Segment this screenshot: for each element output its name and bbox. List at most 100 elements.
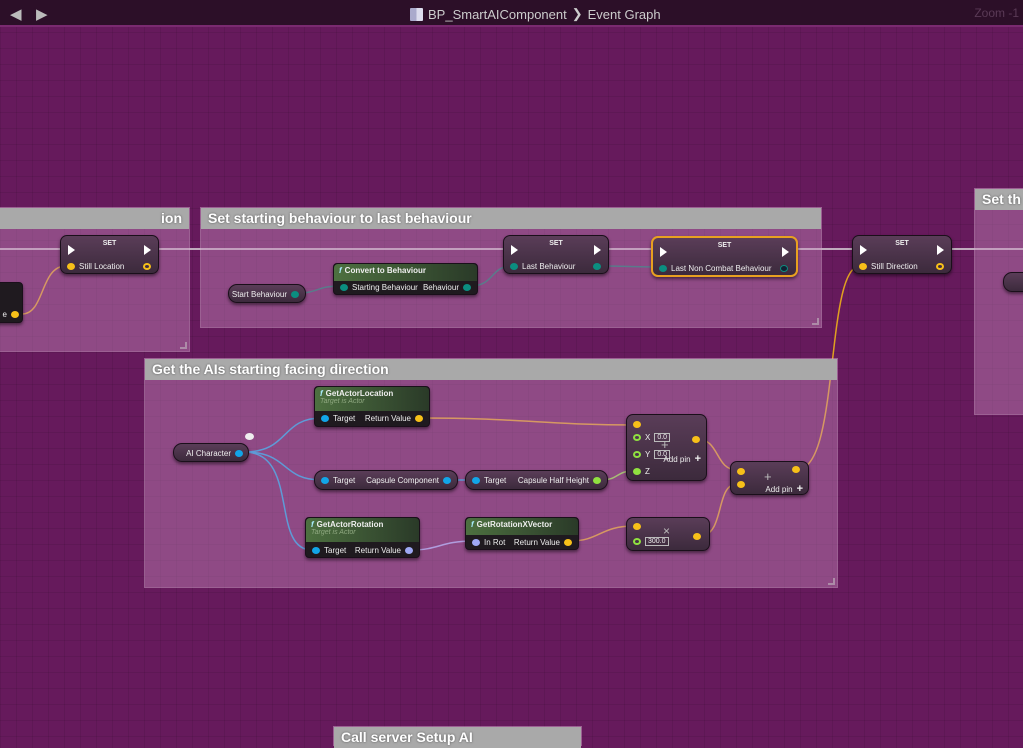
vector-pin[interactable] bbox=[859, 263, 867, 270]
exec-out-pin[interactable] bbox=[937, 245, 944, 255]
set-still-location-node[interactable]: SET Still Location bbox=[60, 235, 159, 274]
node-subtitle: Target is Actor bbox=[320, 398, 365, 405]
multiply-operator-icon: × bbox=[663, 524, 671, 538]
add-operator-icon: + bbox=[661, 437, 669, 452]
rotator-pin[interactable] bbox=[472, 539, 480, 546]
exec-in-pin[interactable] bbox=[860, 245, 867, 255]
comment-title[interactable]: Get the AIs starting facing direction bbox=[145, 359, 837, 380]
comment-box[interactable]: ion bbox=[0, 207, 190, 352]
get-actor-rotation-node[interactable]: f GetActorRotation Target is Actor Target … bbox=[305, 517, 420, 558]
exec-out-pin[interactable] bbox=[144, 245, 151, 255]
reroute-knot-icon[interactable] bbox=[245, 433, 254, 440]
byte-pin[interactable] bbox=[463, 284, 471, 291]
byte-pin[interactable] bbox=[510, 263, 518, 270]
add-pin-label: Add pin bbox=[765, 484, 793, 494]
add-pin-button[interactable]: Add pin + bbox=[663, 453, 701, 465]
byte-pin[interactable] bbox=[659, 265, 667, 272]
forward-arrow-icon[interactable]: ▶ bbox=[36, 5, 48, 23]
ai-character-getter[interactable]: AI Character bbox=[173, 443, 249, 462]
get-rotation-x-vector-node[interactable]: f GetRotationXVector In Rot Return Value bbox=[465, 517, 579, 550]
vector-out-pin[interactable] bbox=[693, 533, 701, 540]
vector-out-pin[interactable] bbox=[936, 263, 944, 270]
byte-pin[interactable] bbox=[291, 291, 299, 298]
byte-out-pin[interactable] bbox=[780, 265, 788, 272]
set-still-direction-node[interactable]: SET Still Direction bbox=[852, 235, 952, 274]
rotator-pin[interactable] bbox=[405, 547, 413, 554]
convert-to-behaviour-node[interactable]: f Convert to Behaviour Starting Behaviour… bbox=[333, 263, 478, 295]
object-pin[interactable] bbox=[321, 477, 329, 484]
breadcrumb-graph[interactable]: Event Graph bbox=[588, 7, 661, 22]
vector-pin[interactable] bbox=[11, 311, 19, 318]
exec-out-pin[interactable] bbox=[782, 247, 789, 257]
plus-icon: + bbox=[796, 483, 803, 495]
comment-title[interactable]: Set starting behaviour to last behaviour bbox=[201, 208, 821, 229]
partial-node[interactable] bbox=[1003, 272, 1023, 292]
exec-in-pin[interactable] bbox=[511, 245, 518, 255]
plus-icon: + bbox=[694, 453, 701, 465]
object-pin[interactable] bbox=[235, 450, 243, 457]
function-icon: f bbox=[339, 266, 342, 275]
pin-label: Target bbox=[333, 476, 356, 485]
breadcrumb-blueprint[interactable]: BP_SmartAIComponent bbox=[428, 7, 567, 22]
vector-multiply-node[interactable]: 300.0 × bbox=[626, 517, 710, 551]
vector-pin[interactable] bbox=[633, 523, 641, 530]
float-pin[interactable] bbox=[633, 468, 641, 475]
set-last-non-combat-behaviour-node[interactable]: SET Last Non Combat Behaviour bbox=[651, 236, 798, 277]
pin-label: Y bbox=[645, 450, 651, 459]
start-behaviour-getter[interactable]: Start Behaviour bbox=[228, 284, 306, 303]
byte-out-pin[interactable] bbox=[593, 263, 601, 270]
comment-title[interactable]: Set th bbox=[975, 189, 1023, 210]
breadcrumb-separator: ❯ bbox=[571, 6, 583, 21]
partial-function-node[interactable]: e bbox=[0, 282, 23, 323]
capsule-component-getter[interactable]: Target Capsule Component bbox=[314, 470, 458, 490]
function-icon: f bbox=[311, 520, 314, 529]
vector-add-node[interactable]: + Add pin + bbox=[730, 461, 809, 495]
set-last-behaviour-node[interactable]: SET Last Behaviour bbox=[503, 235, 609, 274]
vector-pin[interactable] bbox=[633, 421, 641, 428]
vector-pin[interactable] bbox=[564, 539, 572, 546]
graph-toolbar: ◀ ▶ BP_SmartAIComponent ❯ Event Graph Zo… bbox=[0, 0, 1023, 27]
comment-title[interactable]: ion bbox=[0, 208, 189, 229]
blueprint-icon bbox=[410, 7, 423, 21]
pin-label: Capsule Half Height bbox=[517, 476, 589, 485]
object-pin[interactable] bbox=[443, 477, 451, 484]
exec-in-pin[interactable] bbox=[660, 247, 667, 257]
add-pin-button[interactable]: Add pin + bbox=[765, 483, 803, 495]
object-pin[interactable] bbox=[472, 477, 480, 484]
pin-label: Starting Behaviour bbox=[352, 283, 418, 292]
back-arrow-icon[interactable]: ◀ bbox=[10, 5, 22, 23]
vector-pin[interactable] bbox=[67, 263, 75, 270]
resize-grip[interactable] bbox=[828, 578, 835, 585]
object-pin[interactable] bbox=[321, 415, 329, 422]
float-pin[interactable] bbox=[593, 477, 601, 484]
exec-out-pin[interactable] bbox=[594, 245, 601, 255]
comment-box[interactable]: Call server Setup AI bbox=[333, 726, 582, 748]
vector-out-pin[interactable] bbox=[692, 436, 700, 443]
float-pin[interactable] bbox=[633, 451, 641, 458]
vector-add-node[interactable]: X 0.0 Y 0.0 Z + Add pin + bbox=[626, 414, 707, 481]
resize-grip[interactable] bbox=[812, 318, 819, 325]
object-pin[interactable] bbox=[312, 547, 320, 554]
get-actor-location-node[interactable]: f GetActorLocation Target is Actor Target … bbox=[314, 386, 430, 427]
pin-label: X bbox=[645, 433, 651, 442]
vector-pin[interactable] bbox=[737, 481, 745, 488]
node-title: SET bbox=[549, 240, 563, 247]
byte-pin[interactable] bbox=[340, 284, 348, 291]
pin-label: Last Non Combat Behaviour bbox=[671, 264, 772, 273]
resize-grip[interactable] bbox=[180, 342, 187, 349]
exec-in-pin[interactable] bbox=[68, 245, 75, 255]
node-title: SET bbox=[717, 242, 732, 249]
pin-label: Behaviour bbox=[422, 283, 459, 292]
float-pin[interactable] bbox=[633, 434, 641, 441]
multiplier-input[interactable]: 300.0 bbox=[645, 537, 669, 546]
pin-label: Still Direction bbox=[871, 262, 918, 271]
vector-pin[interactable] bbox=[415, 415, 423, 422]
comment-box[interactable]: Set th bbox=[974, 188, 1023, 415]
vector-out-pin[interactable] bbox=[143, 263, 151, 270]
pin-label: Start Behaviour bbox=[231, 290, 287, 299]
float-pin[interactable] bbox=[633, 538, 641, 545]
vector-out-pin[interactable] bbox=[792, 466, 800, 473]
vector-pin[interactable] bbox=[737, 468, 745, 475]
pin-label: Capsule Component bbox=[366, 476, 439, 485]
capsule-half-height-getter[interactable]: Target Capsule Half Height bbox=[465, 470, 608, 490]
